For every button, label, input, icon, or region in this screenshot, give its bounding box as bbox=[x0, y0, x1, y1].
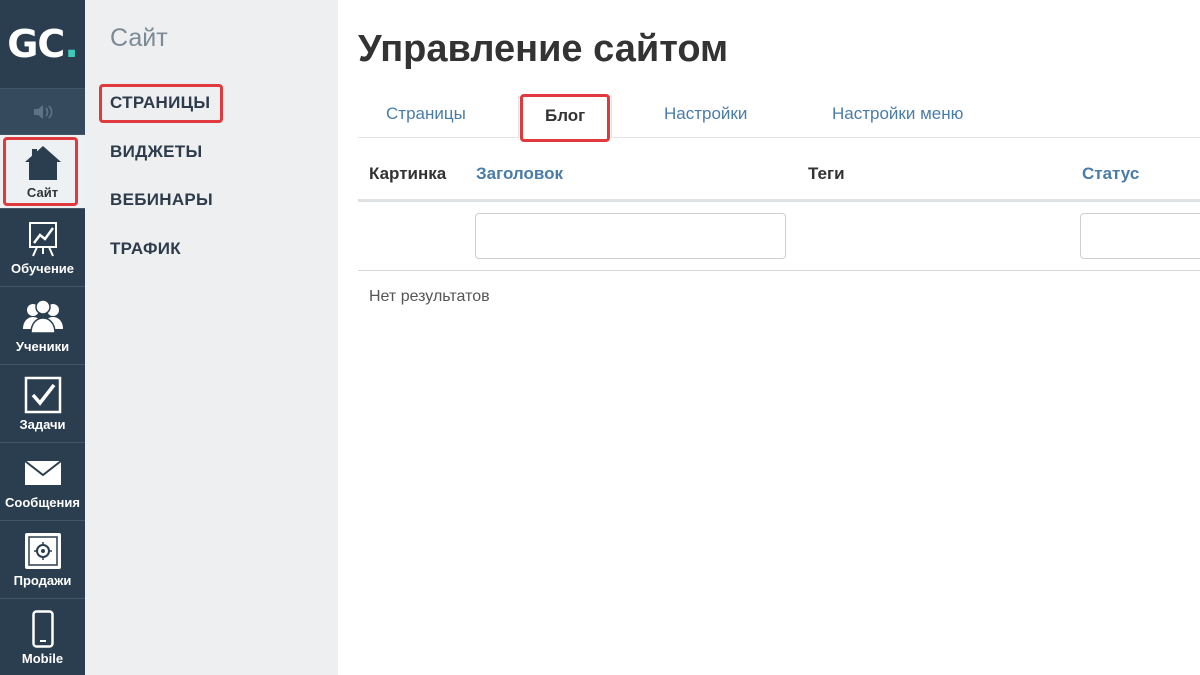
column-header-status[interactable]: Статус bbox=[1082, 164, 1139, 184]
rail-item-sales[interactable]: Продажи bbox=[0, 520, 85, 598]
column-header-title[interactable]: Заголовок bbox=[476, 164, 563, 184]
rail-item-students[interactable]: Ученики bbox=[0, 286, 85, 364]
rail-item-messages[interactable]: Сообщения bbox=[0, 442, 85, 520]
home-icon bbox=[23, 143, 63, 183]
main-content: Управление сайтом Страницы Блог Настройк… bbox=[338, 0, 1200, 675]
tab-pages[interactable]: Страницы bbox=[386, 104, 466, 124]
chart-board-icon bbox=[28, 219, 58, 259]
speaker-icon[interactable] bbox=[0, 88, 85, 134]
subnav-item-pages[interactable]: СТРАНИЦЫ bbox=[98, 84, 224, 123]
subnav-item-widgets[interactable]: ВИДЖЕТЫ bbox=[110, 142, 202, 162]
checkbox-icon bbox=[24, 375, 62, 415]
rail-item-label: Сайт bbox=[26, 185, 59, 200]
logo[interactable]: GC. bbox=[0, 0, 85, 88]
tab-blog[interactable]: Блог bbox=[518, 94, 613, 142]
rail-item-learning[interactable]: Обучение bbox=[0, 208, 85, 286]
rail-item-label: Продажи bbox=[13, 573, 72, 588]
rail-item-label: Задачи bbox=[19, 417, 66, 432]
rail-item-label: Обучение bbox=[10, 261, 75, 276]
table-header-divider bbox=[358, 199, 1200, 202]
app-rail: GC. Сайт Обучение Ученики Задачи Сообщен… bbox=[0, 0, 85, 675]
rail-item-mobile[interactable]: Mobile bbox=[0, 598, 85, 675]
envelope-icon bbox=[23, 453, 62, 493]
tab-settings[interactable]: Настройки bbox=[664, 104, 747, 124]
phone-icon bbox=[31, 609, 54, 649]
section-title: Сайт bbox=[110, 24, 168, 52]
safe-icon bbox=[24, 531, 62, 571]
section-sidebar: Сайт СТРАНИЦЫ ВИДЖЕТЫ ВЕБИНАРЫ ТРАФИК bbox=[85, 0, 338, 675]
subnav-item-webinars[interactable]: ВЕБИНАРЫ bbox=[110, 190, 213, 210]
tab-bar: Страницы Блог Настройки Настройки меню bbox=[358, 92, 1200, 142]
filter-row-divider bbox=[358, 270, 1200, 271]
users-icon bbox=[21, 297, 65, 337]
logo-text: GC. bbox=[7, 22, 79, 66]
page-title: Управление сайтом bbox=[358, 28, 729, 70]
rail-item-tasks[interactable]: Задачи bbox=[0, 364, 85, 442]
tab-menu-settings[interactable]: Настройки меню bbox=[832, 104, 963, 124]
status-filter-input[interactable] bbox=[1080, 213, 1200, 259]
column-header-image: Картинка bbox=[369, 164, 447, 183]
empty-results-text: Нет результатов bbox=[369, 288, 490, 305]
title-filter-input[interactable] bbox=[475, 213, 786, 259]
subnav-item-traffic[interactable]: ТРАФИК bbox=[110, 239, 181, 259]
rail-item-label: Mobile bbox=[21, 651, 64, 666]
rail-item-site[interactable]: Сайт bbox=[0, 134, 85, 208]
rail-item-label: Ученики bbox=[15, 339, 70, 354]
column-header-tags: Теги bbox=[808, 164, 845, 183]
rail-item-label: Сообщения bbox=[5, 495, 80, 510]
